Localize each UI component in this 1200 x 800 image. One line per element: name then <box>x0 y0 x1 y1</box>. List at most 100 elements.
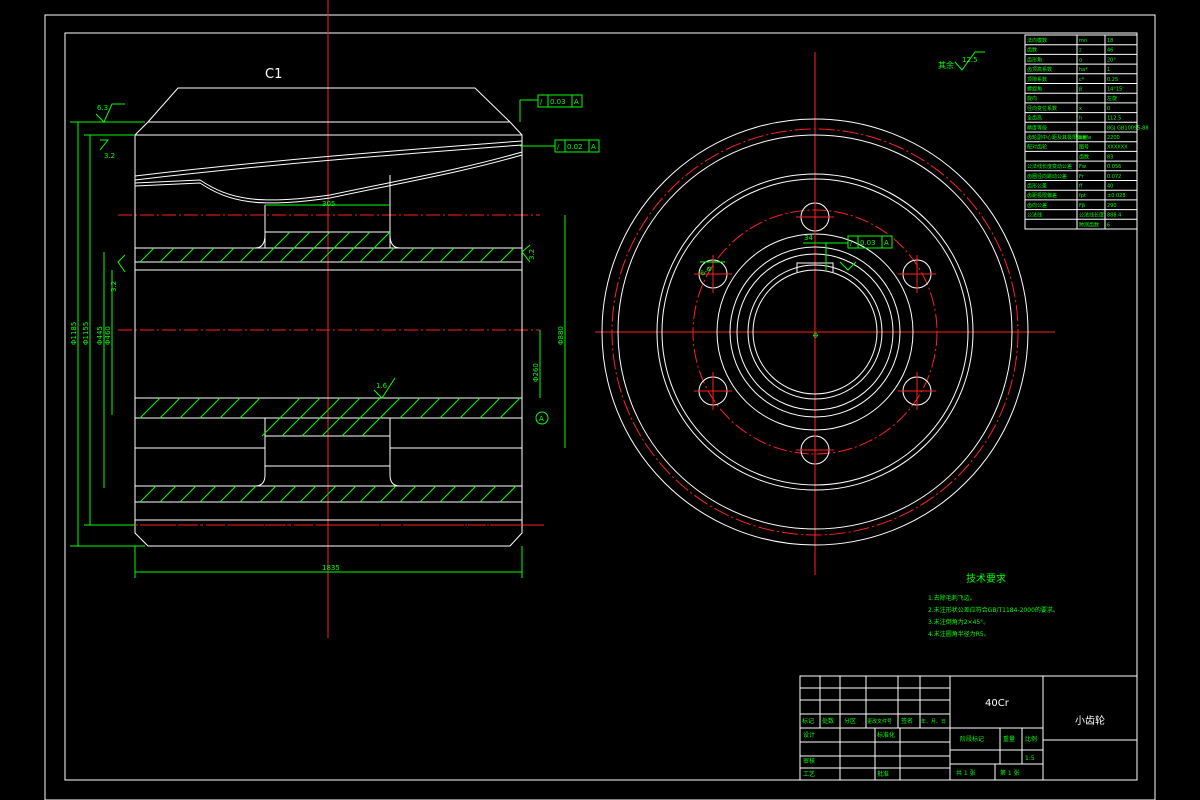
param-cell: 公法线 <box>1027 212 1042 219</box>
param-row: 精度等级 8GJ GB10095-88 <box>1027 124 1149 131</box>
param-row: 配对齿轮 图号 XXXXXX <box>1027 144 1128 151</box>
param-cell: 配对齿轮 <box>1027 144 1047 151</box>
tech-req-item: 4.未注圆角半径为R5。 <box>928 630 990 638</box>
param-row: 法向模数 mn 18 <box>1027 37 1113 44</box>
param-cell: 83 <box>1107 154 1113 160</box>
param-cell: 888.4 <box>1107 213 1121 219</box>
param-cell: 齿数 <box>1027 47 1037 54</box>
param-cell: 0.25 <box>1107 77 1118 83</box>
svg-text:标准化: 标准化 <box>877 731 895 739</box>
svg-text:/: / <box>557 143 560 151</box>
param-row: 齿向公差 Fβ 290 <box>1027 202 1117 209</box>
svg-text:共 1 张: 共 1 张 <box>956 769 976 777</box>
param-row: 齿数 83 <box>1079 153 1113 160</box>
param-cell: XXXXXX <box>1107 145 1128 151</box>
param-cell: 齿形角 <box>1027 56 1042 63</box>
param-cell: ha* <box>1079 67 1088 73</box>
svg-text:批准: 批准 <box>877 770 889 778</box>
param-cell: a±fa <box>1079 135 1091 141</box>
param-cell: x <box>1079 106 1082 112</box>
param-cell: 18 <box>1107 38 1113 44</box>
svg-text:0.02: 0.02 <box>567 143 583 151</box>
param-cell: 齿形公差 <box>1027 183 1047 190</box>
param-cell: c* <box>1079 77 1085 83</box>
param-cell: 螺旋角 <box>1027 86 1042 93</box>
param-cell: h <box>1079 116 1082 122</box>
tech-req-title: 技术要求 <box>966 572 1006 585</box>
roughness-mid-label: 1.6 <box>376 382 388 390</box>
param-row: 齿轮副中心距及其极限偏差a±fa 2200 <box>1027 134 1120 141</box>
param-row: 全齿高 h 112.5 <box>1027 115 1121 122</box>
param-row: 齿距极限偏差 fpt ±0.028 <box>1027 192 1126 199</box>
param-cell: 1 <box>1107 67 1110 73</box>
param-cell: Fw <box>1079 164 1086 170</box>
param-row: 齿形角 α 20° <box>1027 56 1116 63</box>
svg-text:处数: 处数 <box>822 717 834 725</box>
svg-text:阶段标记: 阶段标记 <box>960 735 984 743</box>
dim-right: Φ880 <box>557 326 565 345</box>
svg-text:比例: 比例 <box>1025 735 1037 743</box>
cad-drawing: C1 6.3 3.2 3.2 3.2 1.6 305 1835 A Φ1185 … <box>0 0 1200 800</box>
end-view: 34 Φ 6-Φ / 0.03 A <box>595 52 1055 575</box>
param-cell: 左旋 <box>1107 95 1117 102</box>
param-cell: 齿圈径向跳动公差 <box>1027 173 1067 180</box>
param-cell: 公法线长度 <box>1079 212 1104 219</box>
param-row: 齿圈径向跳动公差 Fr 0.072 <box>1027 173 1121 180</box>
param-cell: 跨测齿数 <box>1079 221 1099 228</box>
datum-label: A <box>539 415 544 423</box>
param-row: 旋向 左旋 <box>1027 95 1117 102</box>
svg-text:审核: 审核 <box>803 757 815 765</box>
param-row: 径向变位系数 x 0 <box>1027 105 1110 112</box>
param-cell: 290 <box>1107 203 1117 209</box>
param-cell: z <box>1079 48 1082 54</box>
svg-text:0.03: 0.03 <box>860 239 876 247</box>
param-cell: 40 <box>1107 184 1113 190</box>
svg-text:0.03: 0.03 <box>550 98 566 106</box>
param-cell: 顶隙系数 <box>1027 76 1047 83</box>
param-cell: 46 <box>1107 48 1113 54</box>
svg-text:/: / <box>540 98 543 106</box>
gear-parameter-table: 法向模数 mn 18 齿数 z 46 齿形角 α 20° 齿顶高系数 ha* 1 顶隙系数 c* 0.25 螺… <box>1024 34 1149 230</box>
param-cell: ±0.028 <box>1107 193 1126 199</box>
dim-inner-width: 305 <box>322 200 335 208</box>
param-cell: 0.056 <box>1107 164 1121 170</box>
param-row: 跨测齿数 6 <box>1079 221 1110 228</box>
svg-text:工艺: 工艺 <box>803 770 815 778</box>
param-row: 齿形公差 ff 40 <box>1027 183 1113 190</box>
roughness-left2-label: 3.2 <box>110 281 118 292</box>
svg-text:A: A <box>884 239 889 247</box>
outer-frame <box>44 14 1156 800</box>
drawing-svg: C1 6.3 3.2 3.2 3.2 1.6 305 1835 A Φ1185 … <box>44 0 1156 800</box>
param-cell: 齿数 <box>1079 153 1089 160</box>
dimension-lines <box>70 99 566 578</box>
roughness-right-label: 3.2 <box>528 249 536 260</box>
param-row: 螺旋角 β 14°15' <box>1027 86 1124 93</box>
svg-text:Φ: Φ <box>812 332 820 338</box>
dim-left-3: Φ460 <box>104 326 112 345</box>
param-cell: 精度等级 <box>1027 124 1047 131</box>
param-cell: 齿轮副中心距及其极限偏差 <box>1027 134 1087 141</box>
param-cell: 齿顶高系数 <box>1027 66 1052 73</box>
param-cell: 6 <box>1107 222 1110 228</box>
param-cell: β <box>1079 87 1082 93</box>
tech-req-item: 1.去除毛刺飞边。 <box>928 594 976 602</box>
dim-total-length: 1835 <box>322 564 340 572</box>
svg-text:年、月、日: 年、月、日 <box>921 718 946 725</box>
param-cell: 图号 <box>1079 145 1089 151</box>
param-row: 顶隙系数 c* 0.25 <box>1027 76 1118 83</box>
section-label: C1 <box>265 67 282 82</box>
param-row: 公法线 公法线长度 888.4 <box>1027 212 1121 219</box>
tech-req-item: 3.未注倒角为2×45°。 <box>928 618 989 626</box>
param-cell: 8GJ GB10095-88 <box>1107 125 1149 131</box>
svg-text:34: 34 <box>804 234 813 242</box>
svg-text:重量: 重量 <box>1003 735 1015 743</box>
param-cell: 2200 <box>1107 135 1120 141</box>
dim-left-1: Φ1155 <box>82 322 90 345</box>
technical-requirements: 技术要求 1.去除毛刺飞边。 2.未注形状公差应符合GB/T1184-2000的… <box>928 572 1059 638</box>
dim-left-2: Φ445 <box>96 326 104 345</box>
param-cell: 0.072 <box>1107 174 1121 180</box>
material-label: 40Cr <box>985 698 1010 709</box>
param-row: 公法线长度变动公差 Fw 0.056 <box>1027 163 1121 170</box>
section-view: C1 6.3 3.2 3.2 3.2 1.6 305 1835 A Φ1185 … <box>70 0 600 638</box>
param-cell: 齿距极限偏差 <box>1027 192 1057 199</box>
